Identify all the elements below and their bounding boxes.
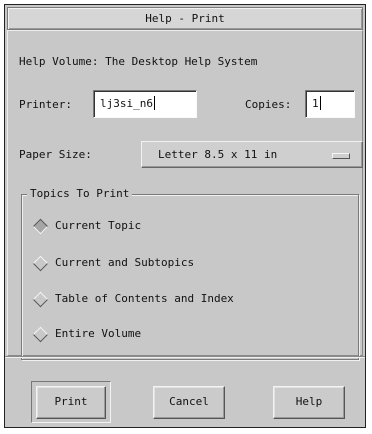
help-button-label: Help bbox=[295, 395, 323, 408]
copies-value: 1 bbox=[312, 97, 319, 110]
window-title-bar[interactable]: Help - Print bbox=[7, 7, 363, 30]
button-separator bbox=[5, 356, 365, 358]
printer-label: Printer: bbox=[19, 98, 72, 111]
text-cursor bbox=[319, 96, 321, 110]
print-dialog: Help - Print Help Volume: The Desktop He… bbox=[4, 4, 366, 428]
print-button[interactable]: Print bbox=[36, 386, 106, 419]
cancel-button[interactable]: Cancel bbox=[153, 386, 225, 419]
radio-label: Table of Contents and Index bbox=[55, 292, 234, 305]
radio-label: Entire Volume bbox=[55, 327, 142, 340]
option-menu-indicator-icon bbox=[332, 153, 350, 159]
radio-label: Current Topic bbox=[55, 219, 142, 232]
help-volume-label: Help Volume: The Desktop Help System bbox=[19, 55, 258, 68]
printer-field[interactable]: lj3si_n6 bbox=[93, 90, 197, 118]
radio-label: Current and Subtopics bbox=[55, 256, 195, 269]
print-button-label: Print bbox=[54, 395, 88, 408]
printer-value: lj3si_n6 bbox=[100, 97, 153, 110]
paper-size-label: Paper Size: bbox=[19, 148, 92, 161]
paper-size-option-menu[interactable]: Letter 8.5 x 11 in bbox=[141, 141, 363, 168]
window-title: Help - Print bbox=[145, 12, 225, 25]
copies-label: Copies: bbox=[245, 98, 292, 111]
copies-field[interactable]: 1 bbox=[305, 90, 355, 118]
paper-size-value: Letter 8.5 x 11 in bbox=[158, 148, 278, 161]
cancel-button-label: Cancel bbox=[169, 395, 209, 408]
text-cursor bbox=[153, 96, 155, 110]
help-button[interactable]: Help bbox=[273, 386, 345, 419]
topics-frame-title: Topics To Print bbox=[27, 187, 133, 200]
